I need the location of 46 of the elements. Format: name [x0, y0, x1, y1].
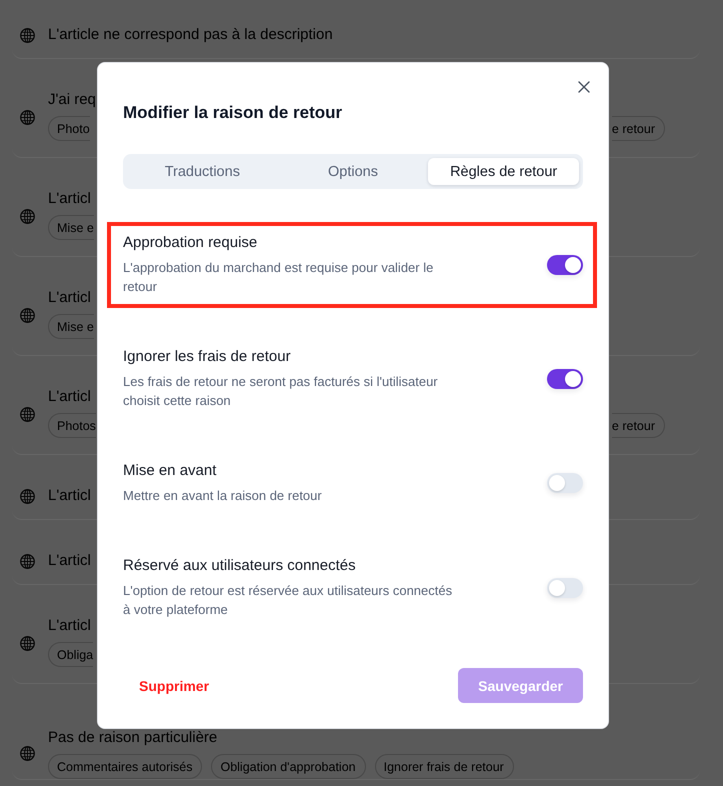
- setting-title: Mise en avant: [123, 461, 218, 481]
- toggle-switch[interactable]: [547, 578, 583, 598]
- reason-tag: Obligation d'approbation: [211, 754, 366, 779]
- setting-description: L'approbation du marchand est requise pour valider le retour: [123, 259, 434, 296]
- reason-tag: Mise e: [48, 215, 94, 240]
- reason-tag: Photos: [48, 413, 96, 438]
- toggle-switch[interactable]: [547, 254, 583, 274]
- setting-description: L'option de retour est réservée aux utilisateurs connectés à votre plateforme: [123, 582, 454, 619]
- list-item-title: L'articl: [48, 551, 91, 571]
- reason-tag: Mise e: [48, 314, 94, 339]
- reason-tag: Photo: [48, 116, 90, 141]
- list-item-title: L'articl: [48, 288, 91, 308]
- globe-icon: [20, 636, 35, 650]
- list-item-title: L'articl: [48, 189, 91, 209]
- globe-icon: [20, 554, 35, 568]
- reason-tag: Ignorer frais de retour: [374, 754, 514, 779]
- reason-tag: Obliga: [48, 642, 94, 667]
- setting-title: Ignorer les frais de retour: [123, 347, 292, 367]
- list-item-title: L'article ne correspond pas à la description: [48, 25, 333, 45]
- list-item-title: L'articl: [48, 387, 91, 407]
- setting-description: Mettre en avant la raison de retour: [123, 487, 322, 505]
- globe-icon: [20, 488, 35, 504]
- setting-description: Les frais de retour ne seront pas facturés si l'utilisateur choisit cette raison: [123, 373, 439, 410]
- list-item-title: J'ai req: [48, 90, 96, 110]
- toggle-switch[interactable]: [547, 473, 583, 493]
- tab[interactable]: Options: [278, 158, 428, 185]
- globe-icon: [20, 110, 35, 124]
- reason-tag: e retour: [612, 413, 665, 438]
- tab[interactable]: Règles de retour: [428, 158, 579, 185]
- reason-tag: e retour: [612, 116, 665, 141]
- list-item-title: L'articl: [48, 616, 91, 636]
- setting-title: Approbation requise: [123, 233, 258, 253]
- toggle-switch[interactable]: [547, 368, 583, 388]
- tab[interactable]: Traductions: [127, 158, 278, 185]
- setting-title: Réservé aux utilisateurs connectés: [123, 556, 357, 576]
- globe-icon: [20, 308, 35, 322]
- globe-icon: [20, 28, 35, 42]
- delete-button[interactable]: Supprimer: [123, 668, 226, 703]
- close-icon[interactable]: [578, 81, 590, 93]
- reason-tag: Commentaires autorisés: [48, 754, 202, 779]
- dialog-title: Modifier la raison de retour: [123, 102, 344, 124]
- globe-icon: [20, 208, 35, 224]
- list-item-title: L'articl: [48, 486, 91, 506]
- globe-icon: [20, 406, 35, 422]
- list-item-title: Pas de raison particulière: [48, 728, 218, 748]
- globe-icon: [20, 746, 35, 761]
